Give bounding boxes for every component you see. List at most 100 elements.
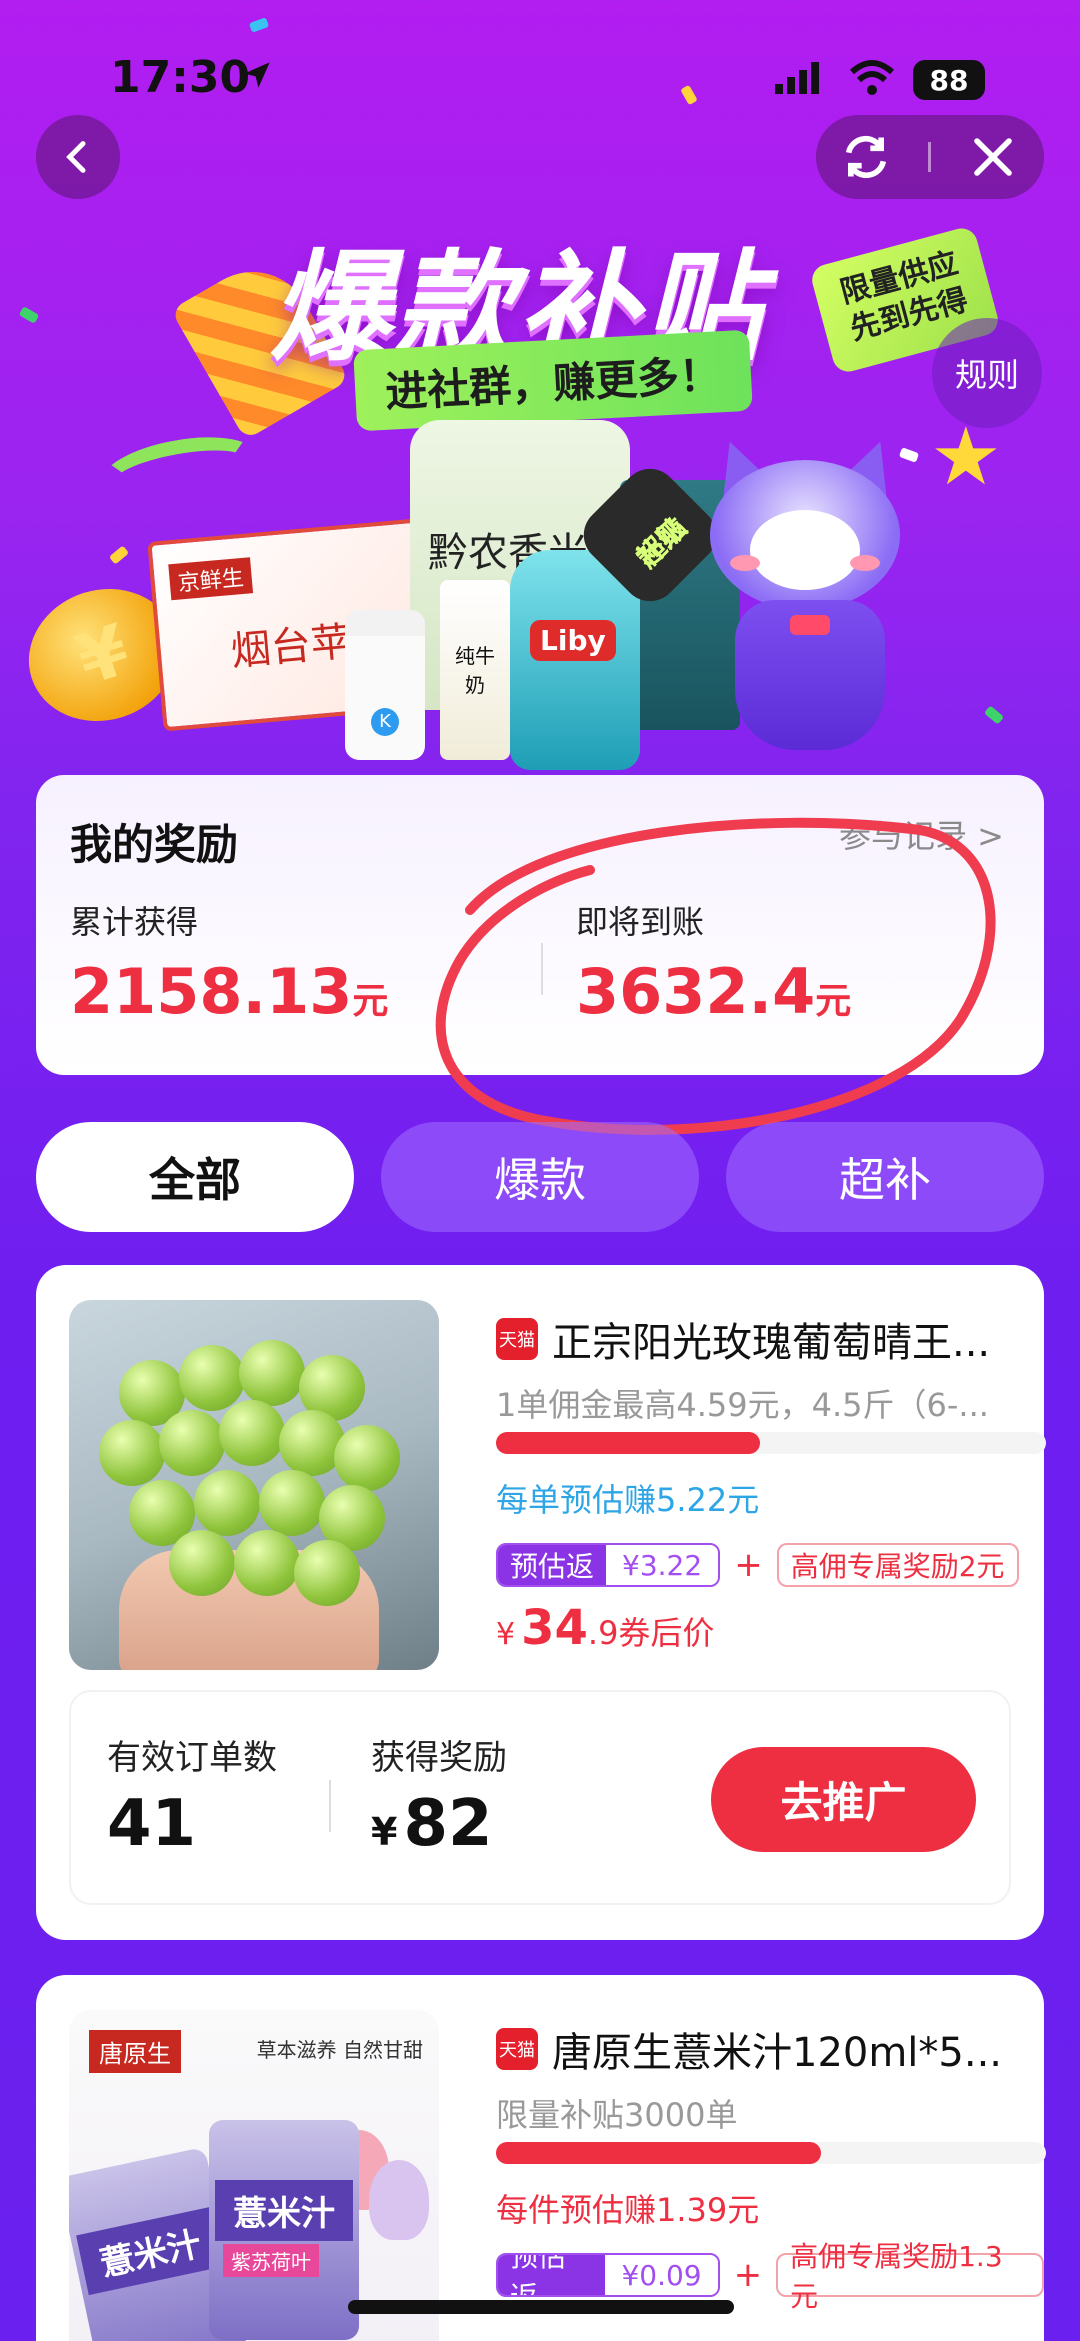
progress-fill: [496, 1432, 760, 1454]
price-suffix: 券后价: [618, 1614, 715, 1652]
product-image-grapes[interactable]: [69, 1300, 439, 1670]
tmall-badge: 天猫: [496, 2028, 538, 2070]
estimated-earning: 每单预估赚5.22元: [496, 1481, 760, 1519]
estimated-rebate-tag: 预估返 ¥3.22: [496, 1543, 721, 1587]
flower-decoration: [369, 2160, 429, 2240]
price-integer: 34: [521, 1600, 588, 1656]
grape: [99, 1420, 165, 1486]
milk-carton-image: 纯牛奶: [440, 580, 510, 760]
reward-currency: ¥: [371, 1810, 398, 1854]
product-title-text: 正宗阳光玫瑰葡萄晴王...: [552, 1320, 991, 1366]
total-earned-amount: 2158.13: [70, 955, 353, 1028]
confetti: [983, 705, 1005, 725]
mascot-cheek: [730, 555, 760, 571]
rules-button[interactable]: 规则: [932, 318, 1042, 428]
refresh-button[interactable]: [816, 115, 916, 199]
product-card[interactable]: 唐原生 草本滋养 自然甘甜 薏米汁 薏米汁 紫苏荷叶 天猫 唐原生薏米汁120ml…: [36, 1975, 1046, 2341]
vitamin-k-mark: K: [371, 708, 399, 736]
bonus-tag: 高佣专属奖励1.3元: [776, 2240, 1044, 2313]
plus-sign: +: [733, 2255, 763, 2295]
close-icon: [974, 138, 1012, 176]
category-tabs: 全部 爆款 超补: [36, 1122, 1044, 1232]
tmall-badge: 天猫: [496, 1318, 538, 1360]
reward-tags: 预估返 ¥3.22 + 高佣专属奖励2元: [496, 1543, 1019, 1587]
drink-pouch: 薏米汁 紫苏荷叶: [209, 2120, 359, 2340]
grape: [234, 1530, 300, 1596]
grape-bunch: [99, 1340, 400, 1606]
capsule-divider: [928, 142, 931, 172]
rebate-value: ¥0.09: [605, 2255, 718, 2295]
pouch-label: 薏米汁: [76, 2206, 224, 2296]
valid-orders-value: 41: [107, 1787, 197, 1861]
wifi-icon: [849, 60, 895, 95]
estimated-earning: 每件预估赚1.39元: [496, 2191, 760, 2229]
tab-all[interactable]: 全部: [36, 1122, 354, 1232]
milk-label: 纯牛奶: [455, 644, 495, 697]
refresh-icon: [845, 135, 887, 179]
valid-orders-label: 有效订单数: [107, 1738, 277, 1778]
earned-reward-value: ¥ 82: [371, 1787, 493, 1861]
pouch-label: 薏米汁: [215, 2180, 353, 2241]
battery-level: 88: [929, 63, 969, 97]
rebate-label: 预估返: [498, 2255, 606, 2295]
product-title-text: 唐原生薏米汁120ml*5...: [552, 2030, 1003, 2076]
drink-brand-label: 唐原生: [89, 2030, 181, 2073]
stats-divider: [329, 1780, 331, 1832]
mascot-cheek: [850, 555, 880, 571]
tab-super-subsidy[interactable]: 超补: [726, 1122, 1044, 1232]
product-title[interactable]: 天猫 正宗阳光玫瑰葡萄晴王...: [496, 1310, 1016, 1368]
promotion-stats: 有效订单数 41 获得奖励 ¥ 82 去推广: [69, 1690, 1011, 1905]
grape: [169, 1530, 235, 1596]
chevron-left-icon: [66, 141, 86, 173]
grape: [159, 1410, 225, 1476]
home-indicator[interactable]: [348, 2300, 734, 2314]
estimated-rebate-tag: 预估返 ¥0.09: [496, 2253, 720, 2297]
close-button[interactable]: [943, 115, 1043, 199]
products-illustration: 京鲜生 烟台苹果 黔农香米 K 纯牛奶 Liby 超级 补贴: [147, 420, 950, 780]
earned-reward-label: 获得奖励: [371, 1738, 507, 1778]
coupon-price: ¥ 34 .9 券后价: [496, 1600, 714, 1656]
drink-slogan: 草本滋养 自然甘甜: [256, 2038, 423, 2062]
vitamin-bottle-image: K: [345, 610, 425, 760]
pouch-sublabel: 紫苏荷叶: [223, 2244, 319, 2277]
detergent-label: Liby: [530, 620, 616, 661]
rebate-label: 预估返: [498, 1545, 607, 1585]
promote-button[interactable]: 去推广: [711, 1747, 976, 1852]
mascot-character: [690, 431, 930, 770]
product-title[interactable]: 天猫 唐原生薏米汁120ml*5...: [496, 2020, 1016, 2078]
mascot-bowtie: [790, 615, 830, 635]
grape: [179, 1345, 245, 1411]
grape: [334, 1425, 400, 1491]
pending-value: 3632.4元: [576, 955, 851, 1028]
price-currency: ¥: [496, 1617, 516, 1652]
grape: [219, 1400, 285, 1466]
product-image-barley-drink[interactable]: 唐原生 草本滋养 自然甘甜 薏米汁 薏米汁 紫苏荷叶: [69, 2010, 439, 2341]
bonus-tag: 高佣专属奖励2元: [776, 1543, 1019, 1587]
progress-fill: [496, 2142, 821, 2164]
back-button[interactable]: [36, 115, 120, 199]
grape: [239, 1340, 305, 1406]
product-subtitle: 限量补贴3000单: [496, 2096, 738, 2134]
hero-banner: ¥ ★ 爆款补贴 进社群，赚更多！ 限量供应 先到先得 京鲜生 烟台苹果 黔农香…: [0, 17, 1080, 780]
battery-indicator: 88: [913, 60, 985, 100]
mini-program-capsule: [816, 115, 1044, 199]
apple-brand-label: 京鲜生: [168, 557, 254, 601]
rewards-divider: [541, 943, 543, 995]
product-subtitle: 1单佣金最高4.59元，4.5斤（6-...: [496, 1386, 989, 1424]
product-card[interactable]: 天猫 正宗阳光玫瑰葡萄晴王... 1单佣金最高4.59元，4.5斤（6-... …: [36, 1265, 1046, 1940]
grape: [194, 1470, 260, 1536]
my-rewards-card: 我的奖励 参与记录 > 累计获得 2158.13元 即将到账 3632.4元: [36, 775, 1044, 1075]
rebate-value: ¥3.22: [606, 1545, 719, 1585]
progress-bar: [496, 1432, 1046, 1454]
pending-unit: 元: [815, 981, 852, 1022]
plus-sign: +: [734, 1545, 763, 1585]
total-earned-value: 2158.13元: [70, 955, 388, 1028]
price-decimal: .9: [587, 1614, 619, 1652]
pending-label: 即将到账: [576, 903, 705, 941]
total-earned-label: 累计获得: [70, 903, 199, 941]
participation-record-link[interactable]: 参与记录 >: [839, 811, 1004, 857]
pending-amount: 3632.4: [576, 955, 816, 1028]
tab-hot[interactable]: 爆款: [381, 1122, 699, 1232]
cellular-signal-icon: [775, 62, 819, 94]
total-earned-unit: 元: [352, 981, 389, 1022]
